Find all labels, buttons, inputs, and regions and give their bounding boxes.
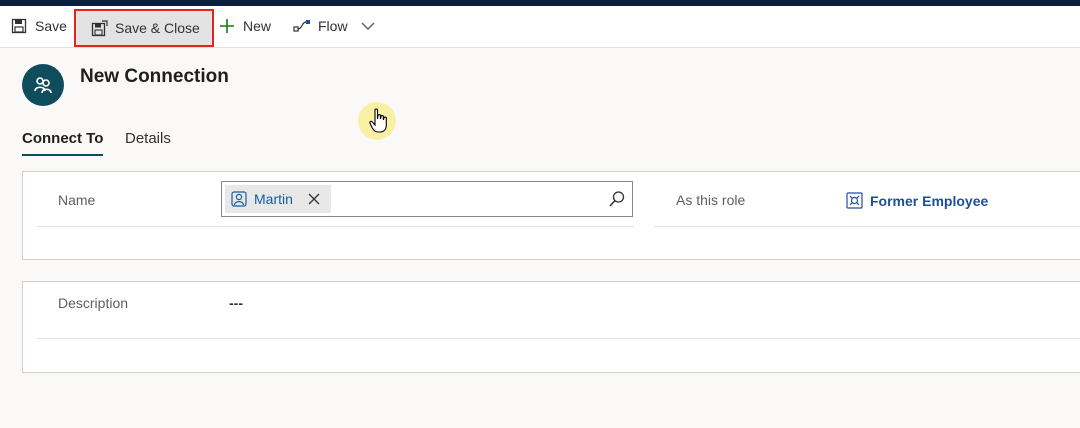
save-close-label: Save & Close xyxy=(115,20,200,36)
connect-to-section: Name Martin As this role Former Employee xyxy=(22,171,1080,260)
page-title: New Connection xyxy=(80,66,229,87)
description-label: Description xyxy=(58,295,129,311)
tab-details[interactable]: Details xyxy=(125,130,171,147)
flow-icon xyxy=(293,17,311,35)
flow-button[interactable]: Flow xyxy=(293,10,348,42)
name-lookup-field[interactable]: Martin xyxy=(221,181,633,217)
selected-record-chip[interactable]: Martin xyxy=(225,185,331,213)
role-value: Former Employee xyxy=(870,192,989,209)
hand-cursor-icon xyxy=(369,108,389,134)
connection-entity-icon xyxy=(22,64,64,106)
contact-icon xyxy=(231,191,247,207)
new-label: New xyxy=(243,18,272,34)
name-field-divider xyxy=(37,226,634,227)
save-button[interactable]: Save xyxy=(10,10,67,42)
save-label: Save xyxy=(35,18,67,34)
selected-record-name: Martin xyxy=(254,191,293,207)
save-close-icon xyxy=(90,19,108,37)
search-icon[interactable] xyxy=(608,190,626,208)
role-icon xyxy=(846,192,863,209)
flow-dropdown-button[interactable] xyxy=(358,10,378,42)
role-field-divider xyxy=(654,226,1080,227)
remove-icon[interactable] xyxy=(307,192,321,206)
details-section: Description --- xyxy=(22,281,1080,373)
description-divider xyxy=(37,338,1080,339)
role-label: As this role xyxy=(676,192,746,208)
save-and-close-button[interactable]: Save & Close xyxy=(74,9,214,47)
plus-icon xyxy=(218,17,236,35)
flow-label: Flow xyxy=(318,18,348,34)
tab-connect-to[interactable]: Connect To xyxy=(22,130,104,156)
description-field[interactable]: --- xyxy=(229,295,243,311)
chevron-down-icon xyxy=(361,21,375,31)
role-lookup-link[interactable]: Former Employee xyxy=(846,192,988,209)
new-button[interactable]: New xyxy=(218,10,271,42)
name-label: Name xyxy=(58,192,96,208)
command-bar: Save Save & Close New Flow xyxy=(0,6,1080,48)
save-icon xyxy=(10,17,28,35)
